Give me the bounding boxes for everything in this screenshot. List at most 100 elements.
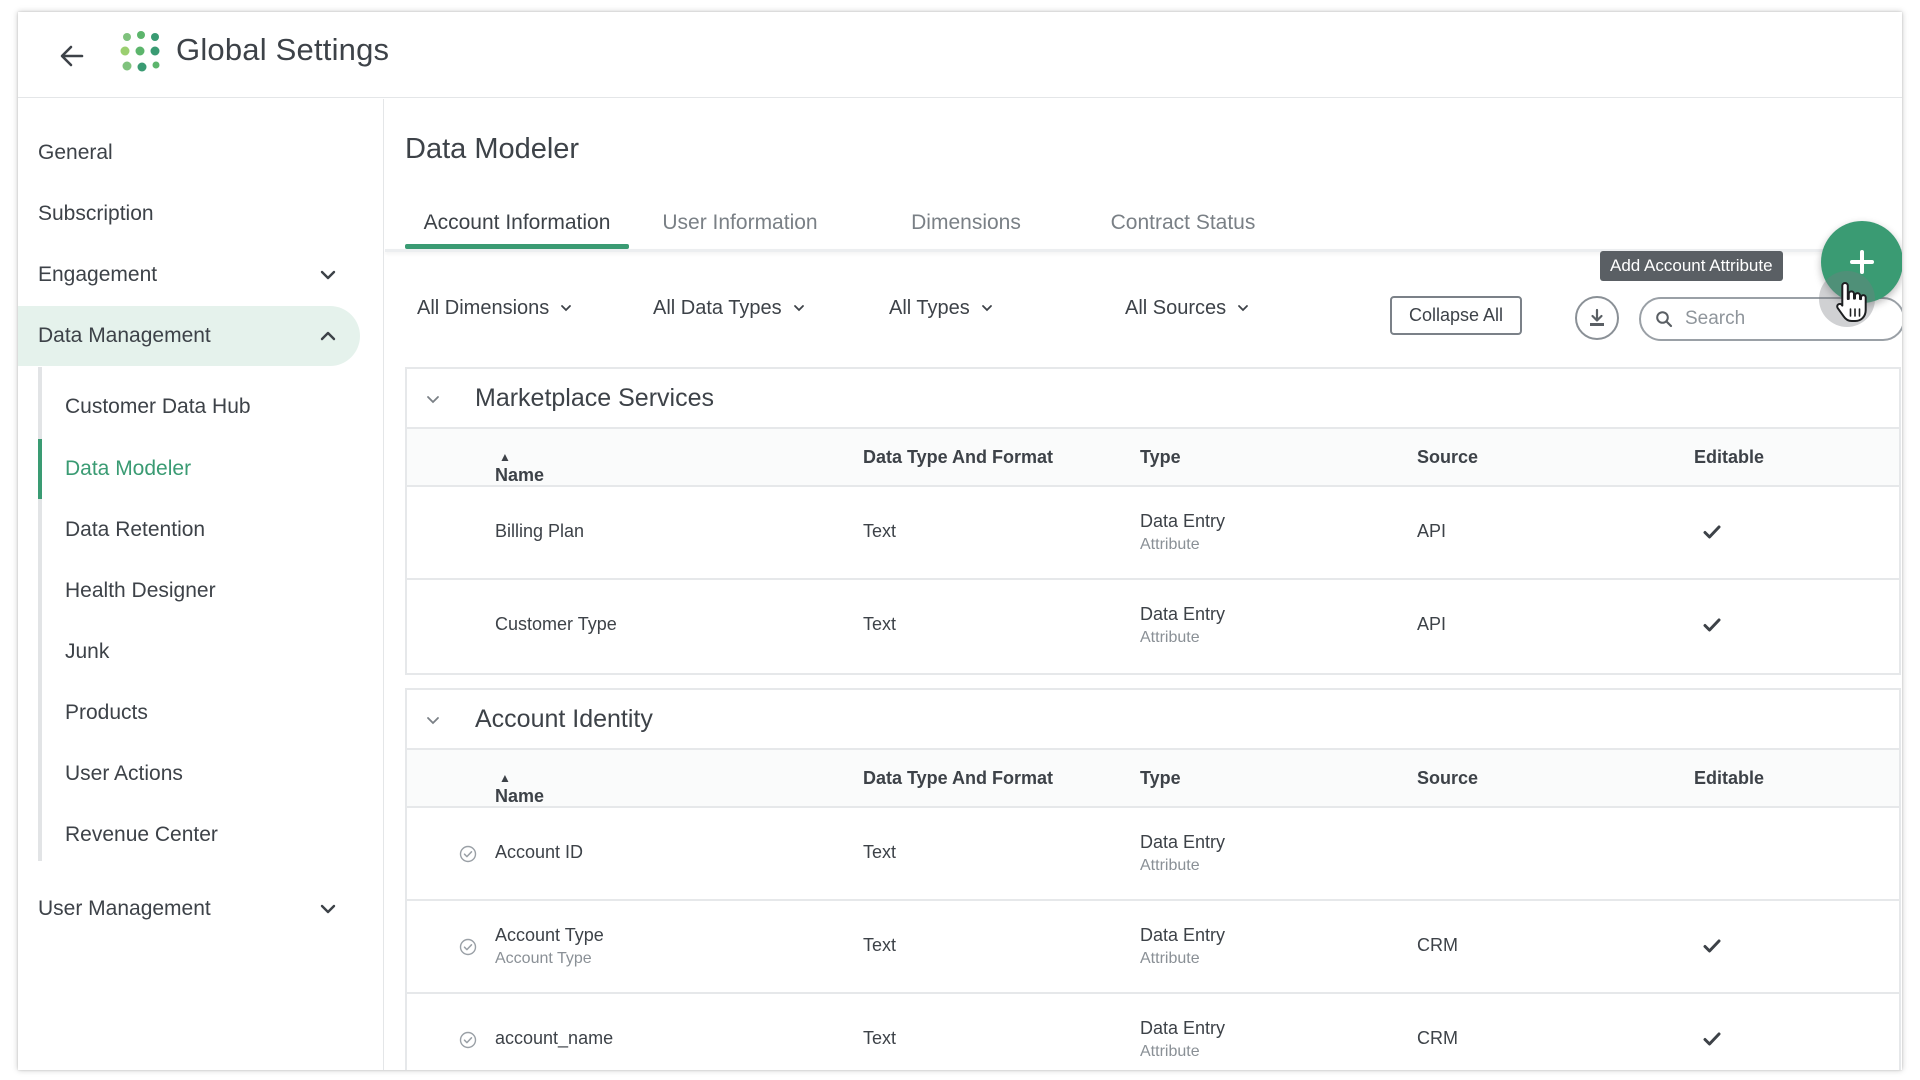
sidebar-item-label: Data Management	[38, 324, 211, 347]
filter-all-data-types[interactable]: All Data Types	[653, 284, 806, 332]
table-body: Account ID Text Data Entry Attribute Acco…	[407, 808, 1899, 1070]
cell-type: Data Entry Attribute	[1140, 925, 1226, 967]
section-account-identity: Account Identity Name ▲ Data Type And For…	[405, 688, 1901, 1070]
collapse-all-button[interactable]: Collapse All	[1390, 296, 1522, 335]
tab-label: Dimensions	[911, 211, 1021, 234]
sidebar-subitem-data-retention[interactable]: Data Retention	[65, 500, 365, 560]
chevron-down-icon	[316, 263, 340, 287]
sidebar-subitem-junk[interactable]: Junk	[65, 622, 365, 682]
sort-asc-icon: ▲	[499, 450, 511, 464]
hand-cursor-icon	[1836, 282, 1867, 322]
table-row[interactable]: Account Type Account Type Text Data Entry…	[407, 901, 1899, 994]
table-row[interactable]: Account ID Text Data Entry Attribute	[407, 808, 1899, 901]
filter-all-types[interactable]: All Types	[889, 284, 994, 332]
sidebar-item-subscription[interactable]: Subscription	[18, 184, 360, 244]
filter-label: All Data Types	[653, 296, 782, 319]
back-arrow-icon[interactable]	[54, 38, 90, 74]
tab-contract-status[interactable]: Contract Status	[1083, 199, 1283, 247]
tab-label: Contract Status	[1110, 211, 1256, 234]
column-header-name[interactable]: Name ▲	[495, 447, 544, 485]
section-header: Marketplace Services	[407, 369, 1899, 429]
sort-asc-icon: ▲	[499, 771, 511, 785]
chevron-down-icon	[316, 897, 340, 921]
sidebar-subitem-label: Products	[65, 701, 148, 724]
sidebar-subitem-products[interactable]: Products	[65, 683, 365, 743]
sidebar-subitem-data-modeler[interactable]: Data Modeler	[65, 439, 365, 499]
filter-label: All Types	[889, 296, 970, 319]
verified-check-icon	[459, 845, 477, 863]
sidebar-item-user-management[interactable]: User Management	[18, 879, 360, 939]
filter-all-sources[interactable]: All Sources	[1125, 284, 1250, 332]
tab-account-information[interactable]: Account Information	[405, 199, 629, 249]
cell-type: Data Entry Attribute	[1140, 832, 1226, 874]
cell-source: CRM	[1417, 935, 1458, 955]
filter-all-dimensions[interactable]: All Dimensions	[417, 284, 573, 332]
cell-data-type: Text	[863, 521, 897, 541]
checkmark-icon	[1703, 939, 1721, 953]
cell-data-type: Text	[863, 842, 897, 862]
sidebar-subitem-user-actions[interactable]: User Actions	[65, 744, 365, 804]
sidebar-item-label: Engagement	[38, 263, 158, 286]
section-title: Marketplace Services	[475, 383, 714, 412]
sidebar-item-general[interactable]: General	[18, 123, 360, 183]
cell-data-type: Text	[863, 614, 897, 634]
section-title: Account Identity	[475, 704, 653, 733]
chevron-up-icon	[316, 324, 340, 348]
table-row[interactable]: account_name Text Data Entry Attribute CR…	[407, 994, 1899, 1070]
sidebar-item-engagement[interactable]: Engagement	[18, 245, 360, 305]
cell-name: Billing Plan	[495, 521, 585, 541]
sidebar-item-data-management[interactable]: Data Management	[18, 306, 360, 366]
app-title: Global Settings	[176, 32, 390, 67]
chevron-down-icon	[561, 305, 572, 312]
cell-type: Data Entry Attribute	[1140, 604, 1226, 646]
download-icon	[1590, 308, 1604, 326]
download-button[interactable]	[1575, 296, 1619, 340]
sidebar-subitem-label: Data Modeler	[65, 457, 192, 480]
cell-name: account_name	[495, 1028, 614, 1048]
sidebar-subitem-label: Revenue Center	[65, 823, 218, 846]
sidebar-subitem-health-designer[interactable]: Health Designer	[65, 561, 365, 621]
subnav-active-indicator	[38, 439, 42, 499]
cell-data-type: Text	[863, 1028, 897, 1048]
sidebar-subitem-label: Health Designer	[65, 579, 216, 602]
sidebar-item-label: User Management	[38, 897, 211, 920]
tab-dimensions[interactable]: Dimensions	[883, 199, 1049, 247]
cell-source: API	[1417, 614, 1447, 634]
section-header: Account Identity	[407, 690, 1899, 750]
column-header-type: Type	[1140, 447, 1181, 467]
column-header-source: Source	[1417, 768, 1479, 788]
tab-label: User Information	[662, 211, 818, 234]
chevron-down-icon[interactable]	[425, 391, 441, 407]
app-logo	[118, 29, 164, 75]
table-row[interactable]: Customer Type Text Data Entry Attribute A…	[407, 580, 1899, 673]
verified-check-icon	[459, 938, 477, 956]
chevron-down-icon[interactable]	[425, 712, 441, 728]
tab-user-information[interactable]: User Information	[629, 199, 851, 247]
search-icon	[1656, 311, 1673, 328]
add-attribute-tooltip: Add Account Attribute	[1600, 251, 1783, 281]
checkmark-icon	[1703, 525, 1721, 539]
sidebar-subitem-revenue-center[interactable]: Revenue Center	[65, 805, 365, 865]
column-header-source: Source	[1417, 447, 1479, 467]
sidebar-subitem-label: Data Retention	[65, 518, 206, 541]
column-header-editable: Editable	[1694, 768, 1765, 788]
cell-type: Data Entry Attribute	[1140, 1018, 1226, 1060]
column-header-data-type: Data Type And Format	[863, 768, 1054, 788]
chevron-down-icon	[1238, 305, 1249, 312]
column-header-name[interactable]: Name ▲	[495, 768, 544, 806]
page-title: Data Modeler	[405, 133, 580, 165]
column-header-data-type: Data Type And Format	[863, 447, 1054, 467]
tab-label: Account Information	[423, 211, 611, 234]
main-content: Data Modeler Account Information User In…	[385, 99, 1902, 1070]
section-marketplace-services: Marketplace Services Name ▲ Data Type And…	[405, 367, 1901, 675]
cell-source: API	[1417, 521, 1447, 541]
checkmark-icon	[1703, 618, 1721, 632]
sidebar: General Subscription Engagement Data Man…	[18, 99, 384, 1070]
sidebar-subitem-customer-data-hub[interactable]: Customer Data Hub	[65, 377, 365, 437]
table-row[interactable]: Billing Plan Text Data Entry Attribute AP…	[407, 487, 1899, 580]
cell-source: CRM	[1417, 1028, 1458, 1048]
table-header: Name ▲ Data Type And Format Type Source E…	[407, 750, 1899, 808]
sidebar-item-label: General	[38, 141, 113, 164]
tab-bar: Account Information User Information Dim…	[405, 199, 1901, 249]
filter-label: All Dimensions	[417, 296, 550, 319]
